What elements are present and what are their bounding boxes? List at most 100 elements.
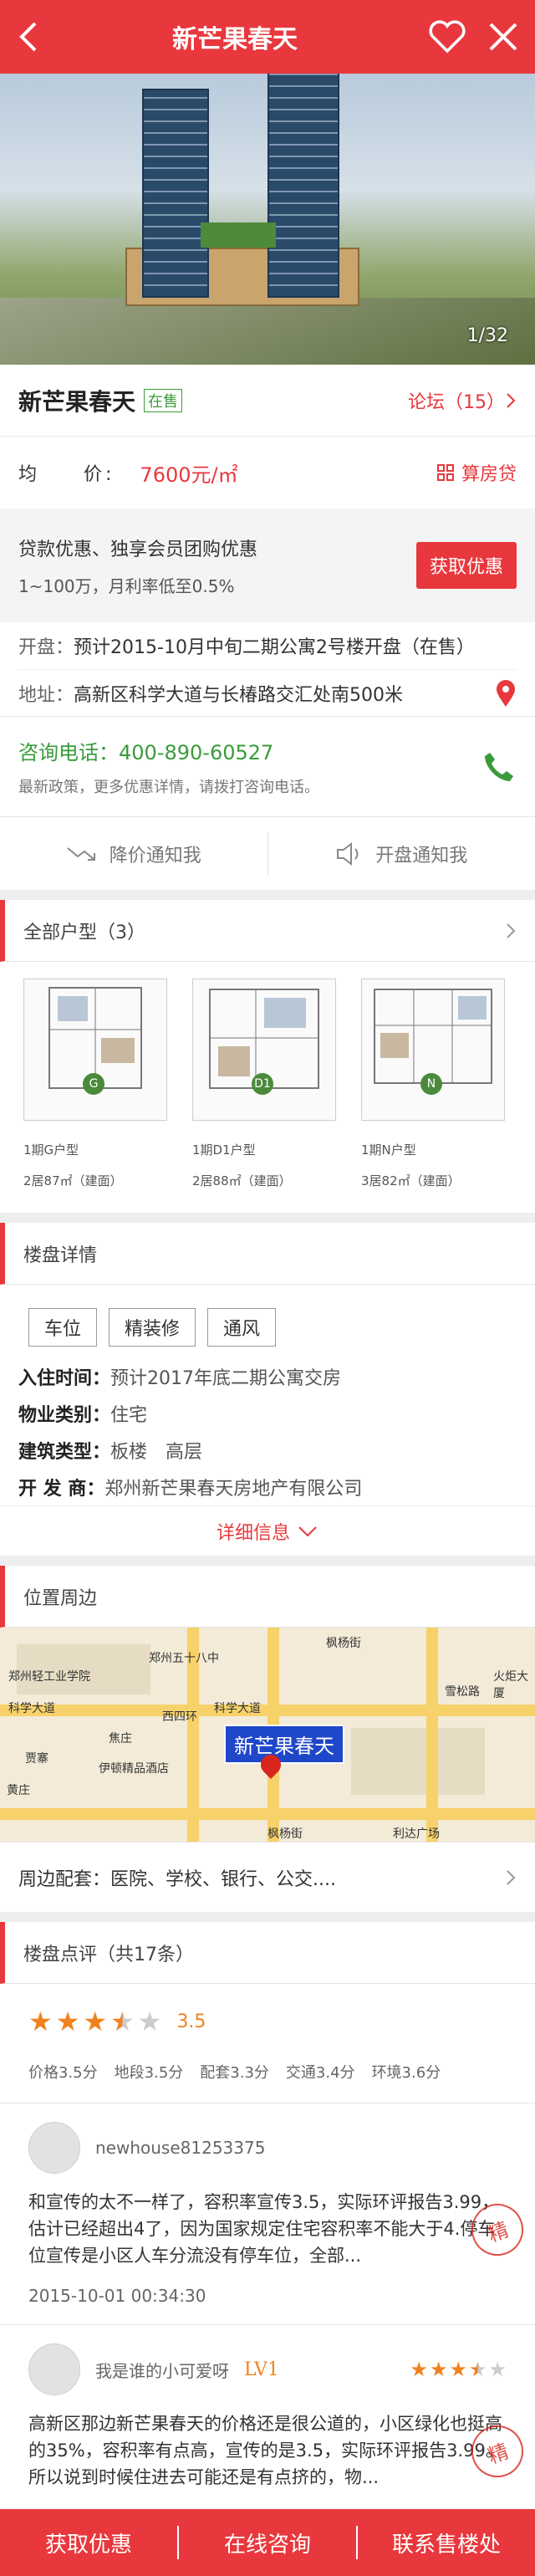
- map-street-label: 火炬大厦: [493, 1668, 535, 1701]
- address-row[interactable]: 地址：高新区科学大道与长椿路交汇处南500米: [18, 669, 517, 716]
- star-half-icon: ★: [110, 2006, 135, 2037]
- floorplan-drawing: [24, 979, 166, 1120]
- price-label: 均 价:: [18, 459, 115, 486]
- details-value: 板楼 高层: [110, 1437, 202, 1464]
- review-username: newhouse81253375: [95, 2138, 265, 2158]
- floorplan-spec: 2居88㎡（建面）: [192, 1172, 336, 1189]
- promo-line2: 1~100万，月利率低至0.5%: [18, 573, 257, 597]
- floorplan-card[interactable]: N 1期N户型 3居82㎡（建面）: [361, 979, 505, 1189]
- feature-tag: 精装修: [109, 1308, 196, 1347]
- map-street-label: 西四环: [162, 1708, 197, 1725]
- project-name: 新芒果春天: [18, 384, 135, 417]
- details-title: 楼盘详情: [23, 1240, 97, 1267]
- details-section: 楼盘详情 车位 精装修 通风 入住时间：预计2017年底二期公寓交房 物业类别：…: [0, 1223, 535, 1556]
- star-full-icon: ★: [430, 2358, 448, 2381]
- map-street-label: 利达广场: [393, 1825, 440, 1842]
- floorplan-drawing: [193, 979, 335, 1120]
- reviews-section: 楼盘点评（共17条） ★ ★ ★ ★ ★ 3.5 价格3.5分 地段3.5分 配…: [0, 1922, 535, 2509]
- details-row: 入住时间：预计2017年底二期公寓交房: [18, 1358, 517, 1395]
- map-pin-icon: [495, 679, 517, 708]
- map-street-label: 郑州五十八中: [149, 1649, 219, 1666]
- feature-tag: 车位: [28, 1308, 97, 1347]
- project-info: 开盘：预计2015-10月中旬二期公寓2号楼开盘（在售） 地址：高新区科学大道与…: [0, 622, 535, 716]
- photo-tower-right: [268, 74, 339, 298]
- floorplan-badge: D1: [252, 1073, 273, 1095]
- location-title: 位置周边: [23, 1583, 97, 1610]
- sub-score: 环境3.6分: [372, 2061, 441, 2083]
- review-item[interactable]: newhouse81253375 和宣传的太不一样了，容积率宣传3.5，实际环评…: [0, 2103, 535, 2325]
- review-text: 高新区那边新芒果春天的价格还是很公道的，小区绿化也挺高的35%，容积率有点高，宣…: [28, 2410, 507, 2491]
- floorplan-name: 1期D1户型: [192, 1141, 336, 1158]
- details-key: 开 发 商：: [18, 1474, 104, 1500]
- page-title: 新芒果春天: [172, 18, 298, 55]
- floorplans-section: 全部户型（3） G 1期G户型 2居87㎡（建面） D1 1期D1户型 2居88…: [0, 900, 535, 1213]
- map-street-label: 伊顿精品酒店: [99, 1760, 169, 1776]
- mortgage-calculator-link[interactable]: 算房贷: [436, 459, 517, 486]
- sub-scores: 价格3.5分 地段3.5分 配套3.3分 交通3.4分 环境3.6分: [0, 2046, 535, 2103]
- more-details-button[interactable]: 详细信息: [0, 1505, 535, 1556]
- sub-score: 地段3.5分: [115, 2061, 184, 2083]
- promo-line1: 贷款优惠、独享会员团购优惠: [18, 534, 257, 561]
- avatar: [28, 2122, 80, 2174]
- details-key: 物业类别：: [18, 1400, 110, 1427]
- notify-row: 降价通知我 开盘通知我: [0, 816, 535, 890]
- review-item[interactable]: 我是谁的小可爱呀 LV1 ★ ★ ★ ★ ★ 高新区那边新芒果春天的价格还是很公…: [0, 2325, 535, 2509]
- opening-value: 预计2015-10月中旬二期公寓2号楼开盘（在售）: [74, 632, 475, 659]
- floorplans-header[interactable]: 全部户型（3）: [0, 900, 535, 962]
- map-street-label: 科学大道: [214, 1699, 261, 1716]
- details-value: 郑州新芒果春天房地产有限公司: [104, 1474, 362, 1500]
- price-value: 7600元/㎡: [140, 458, 237, 488]
- location-section: 位置周边 郑州五十八中 枫杨街 科学大道 科学大道 西四环 雪松路 伊顿精品酒店…: [0, 1566, 535, 1912]
- favorite-heart-icon[interactable]: [428, 20, 466, 54]
- chevron-right-icon: [505, 391, 517, 410]
- forum-label: 论坛（15）: [408, 387, 505, 414]
- photo-counter: 1/32: [467, 325, 508, 346]
- nearby-facilities-row[interactable]: 周边配套：医院、学校、银行、公交....: [0, 1842, 535, 1912]
- more-details-label: 详细信息: [217, 1518, 290, 1545]
- phone-note: 最新政策，更多优惠详情，请拨打咨询电话。: [18, 775, 319, 797]
- review-text: 和宣传的太不一样了，容积率宣传3.5，实际环评报告3.99，估计已经超出4了，因…: [28, 2189, 507, 2269]
- opening-notify-button[interactable]: 开盘通知我: [268, 817, 535, 890]
- map-street-label: 郑州轻工业学院: [8, 1668, 90, 1684]
- phone-label: 咨询电话：: [18, 741, 119, 764]
- star-full-icon: ★: [56, 2006, 80, 2037]
- location-map[interactable]: 郑州五十八中 枫杨街 科学大道 科学大道 西四环 雪松路 伊顿精品酒店 焦庄 贾…: [0, 1628, 535, 1842]
- floorplan-list: G 1期G户型 2居87㎡（建面） D1 1期D1户型 2居88㎡（建面） N …: [0, 962, 535, 1198]
- chevron-right-icon: [505, 922, 517, 940]
- details-value: 预计2017年底二期公寓交房: [110, 1363, 341, 1390]
- phone-icon[interactable]: [482, 749, 517, 785]
- online-consult-tab[interactable]: 在线咨询: [179, 2527, 356, 2558]
- opening-notify-label: 开盘通知我: [375, 841, 467, 867]
- mortgage-calculator-label: 算房贷: [461, 459, 517, 486]
- get-discount-button[interactable]: 获取优惠: [416, 542, 517, 589]
- floorplan-image: D1: [192, 979, 336, 1121]
- back-icon[interactable]: [17, 20, 42, 54]
- close-icon[interactable]: [488, 22, 518, 52]
- reviews-header[interactable]: 楼盘点评（共17条）: [0, 1922, 535, 1984]
- project-photo[interactable]: 1/32: [0, 74, 535, 365]
- user-level-badge: LV1: [244, 2359, 279, 2380]
- details-row: 开 发 商：郑州新芒果春天房地产有限公司: [18, 1469, 517, 1505]
- chevron-right-icon: [505, 1868, 517, 1887]
- overall-rating: ★ ★ ★ ★ ★ 3.5: [0, 1984, 535, 2046]
- floorplan-card[interactable]: G 1期G户型 2居87㎡（建面）: [23, 979, 167, 1189]
- price-drop-notify-button[interactable]: 降价通知我: [0, 817, 268, 890]
- top-bar: 新芒果春天: [0, 0, 535, 74]
- star-full-icon: ★: [410, 2358, 428, 2381]
- get-discount-tab[interactable]: 获取优惠: [0, 2527, 177, 2558]
- consult-phone-row[interactable]: 咨询电话：400-890-60527 最新政策，更多优惠详情，请拨打咨询电话。: [0, 716, 535, 816]
- feature-tags: 车位 精装修 通风: [0, 1285, 535, 1358]
- contact-sales-tab[interactable]: 联系售楼处: [358, 2527, 535, 2558]
- floorplan-card[interactable]: D1 1期D1户型 2居88㎡（建面）: [192, 979, 336, 1189]
- bottom-action-bar: 获取优惠 在线咨询 联系售楼处: [0, 2509, 535, 2576]
- calculator-icon: [436, 463, 455, 482]
- floorplan-name: 1期G户型: [23, 1141, 167, 1158]
- map-street-label: 枫杨街: [326, 1634, 361, 1651]
- status-badge: 在售: [144, 389, 182, 412]
- details-header: 楼盘详情: [0, 1223, 535, 1285]
- floorplan-badge: N: [420, 1073, 442, 1095]
- floorplan-name: 1期N户型: [361, 1141, 505, 1158]
- forum-link[interactable]: 论坛（15）: [408, 387, 517, 414]
- floorplan-image: N: [361, 979, 505, 1121]
- feature-tag: 通风: [207, 1308, 276, 1347]
